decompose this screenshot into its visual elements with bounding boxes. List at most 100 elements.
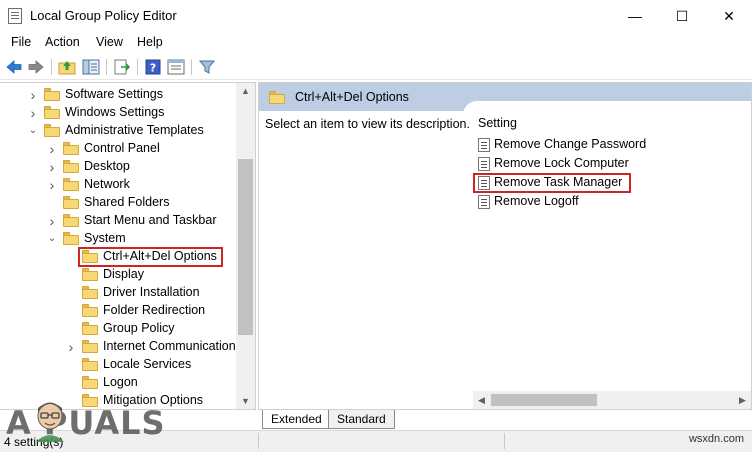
show-hide-tree-icon[interactable]	[81, 57, 101, 77]
menu-file[interactable]: File	[11, 35, 31, 49]
folder-icon	[269, 91, 285, 104]
scroll-down-arrow[interactable]: ▼	[236, 393, 255, 409]
tree-item[interactable]: › Software Settings	[0, 86, 236, 104]
folder-icon	[82, 322, 98, 335]
setting-label: Remove Change Password	[494, 137, 647, 151]
site-tag: wsxdn.com	[688, 433, 744, 445]
window-title: Local Group Policy Editor	[30, 8, 177, 23]
expand-chevron-icon[interactable]: ›	[46, 160, 58, 174]
forward-arrow-icon[interactable]	[26, 57, 46, 77]
collapse-chevron-icon[interactable]: ⌄	[46, 232, 58, 246]
folder-icon	[44, 124, 60, 137]
folder-icon	[63, 196, 79, 209]
view-tabs: Extended Standard	[258, 410, 752, 430]
description-text: Select an item to view its description.	[265, 117, 470, 131]
tree-item[interactable]: ⌄ System	[0, 230, 236, 248]
details-header-title: Ctrl+Alt+Del Options	[295, 90, 409, 104]
gpedit-window: Local Group Policy Editor — ☐ ✕ File Act…	[0, 0, 752, 452]
watermark-logo: A PUALS	[6, 398, 216, 446]
up-folder-icon[interactable]	[57, 57, 77, 77]
app-icon	[8, 8, 22, 24]
tree-item[interactable]: Shared Folders	[0, 194, 236, 212]
tree-item-label: Group Policy	[103, 321, 175, 335]
tree-item[interactable]: Folder Redirection	[0, 302, 236, 320]
tree-item-label: Display	[103, 267, 144, 281]
svg-text:?: ?	[150, 62, 156, 75]
expand-chevron-icon[interactable]: ›	[65, 340, 77, 354]
tree-item[interactable]: › Desktop	[0, 158, 236, 176]
tree-vertical-scrollbar[interactable]: ▲ ▼	[236, 83, 255, 409]
expand-chevron-icon[interactable]: ›	[46, 214, 58, 228]
title-bar: Local Group Policy Editor — ☐ ✕	[0, 0, 752, 32]
tree-item[interactable]: › Internet Communication	[0, 338, 236, 356]
tab-standard[interactable]: Standard	[328, 410, 395, 429]
folder-icon	[63, 214, 79, 227]
setting-row[interactable]: Remove Change Password	[478, 136, 738, 154]
tree-item[interactable]: Display	[0, 266, 236, 284]
tree-item[interactable]: › Windows Settings	[0, 104, 236, 122]
tree-item-label: Network	[84, 177, 130, 191]
tree-item-label: Driver Installation	[103, 285, 200, 299]
scrollbar-thumb[interactable]	[238, 159, 253, 335]
setting-label: Remove Logoff	[494, 194, 579, 208]
help-icon[interactable]: ?	[143, 57, 163, 77]
folder-icon	[82, 358, 98, 371]
export-list-icon[interactable]	[112, 57, 132, 77]
setting-highlight	[473, 173, 631, 193]
setting-row[interactable]: Remove Lock Computer	[478, 155, 738, 173]
menu-action[interactable]: Action	[45, 35, 80, 49]
tree-item-label: Locale Services	[103, 357, 192, 371]
minimize-button[interactable]: —	[612, 0, 658, 32]
tree-item-label: Start Menu and Taskbar	[84, 213, 217, 227]
tree-item[interactable]: › Network	[0, 176, 236, 194]
mascot-icon	[36, 402, 64, 442]
details-horizontal-scrollbar[interactable]: ◀ ▶	[473, 391, 751, 409]
tree-item[interactable]: › Control Panel	[0, 140, 236, 158]
menu-view[interactable]: View	[96, 35, 123, 49]
expand-chevron-icon[interactable]: ›	[27, 88, 39, 102]
filter-icon[interactable]	[197, 57, 217, 77]
expand-chevron-icon[interactable]: ›	[46, 178, 58, 192]
policy-setting-icon	[478, 138, 490, 152]
back-arrow-icon[interactable]	[4, 57, 24, 77]
tree-item-label: Internet Communication	[103, 339, 236, 353]
tree-item-label: Software Settings	[65, 87, 163, 101]
tree-item-label: Control Panel	[84, 141, 160, 155]
folder-icon	[63, 232, 79, 245]
tree-item[interactable]: Locale Services	[0, 356, 236, 374]
tree-item[interactable]: Group Policy	[0, 320, 236, 338]
menu-bar: File Action View Help	[0, 32, 752, 52]
scrollbar-thumb[interactable]	[491, 394, 597, 406]
folder-icon	[82, 304, 98, 317]
setting-label: Remove Lock Computer	[494, 156, 629, 170]
close-button[interactable]: ✕	[706, 0, 752, 32]
setting-column-header[interactable]: Setting	[478, 116, 517, 130]
tree-item[interactable]: › Start Menu and Taskbar	[0, 212, 236, 230]
menu-help[interactable]: Help	[137, 35, 163, 49]
toolbar: ?	[0, 54, 752, 80]
tree-item[interactable]: ⌄ Administrative Templates	[0, 122, 236, 140]
selection-highlight	[78, 247, 223, 267]
collapse-chevron-icon[interactable]: ⌄	[27, 124, 39, 138]
tree-item[interactable]: Driver Installation	[0, 284, 236, 302]
details-pane: Ctrl+Alt+Del Options Select an item to v…	[258, 82, 752, 410]
scroll-left-arrow[interactable]: ◀	[473, 391, 490, 409]
expand-chevron-icon[interactable]: ›	[27, 106, 39, 120]
maximize-button[interactable]: ☐	[659, 0, 705, 32]
setting-row[interactable]: Remove Logoff	[478, 193, 738, 211]
folder-icon	[63, 160, 79, 173]
tree-item-label: Desktop	[84, 159, 130, 173]
policy-setting-icon	[478, 157, 490, 171]
tab-extended[interactable]: Extended	[262, 410, 331, 429]
folder-icon	[63, 142, 79, 155]
tree-pane[interactable]: › Software Settings › Windows Settings ⌄ Admi…	[0, 82, 256, 410]
policy-setting-icon	[478, 195, 490, 209]
folder-icon	[82, 286, 98, 299]
expand-chevron-icon[interactable]: ›	[46, 142, 58, 156]
scroll-up-arrow[interactable]: ▲	[236, 83, 255, 100]
folder-icon	[44, 88, 60, 101]
scroll-right-arrow[interactable]: ▶	[734, 391, 751, 409]
tree-item[interactable]: Logon	[0, 374, 236, 392]
tree-item-label: Shared Folders	[84, 195, 170, 209]
properties-pane-icon[interactable]	[166, 57, 186, 77]
